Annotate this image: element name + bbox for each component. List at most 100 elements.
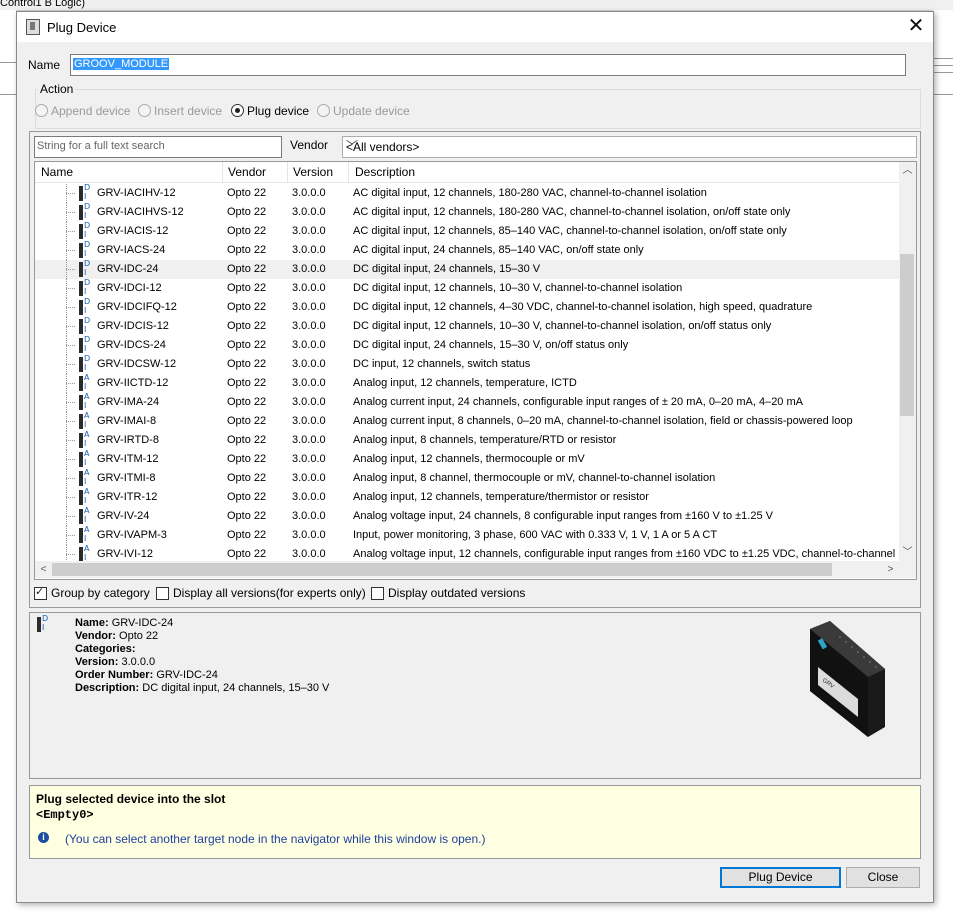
horizontal-scrollbar[interactable]: < > <box>35 561 916 578</box>
search-input[interactable]: String for a full text search <box>34 136 282 158</box>
detail-name-label: Name: <box>75 617 109 629</box>
radio-label: Plug device <box>247 104 310 118</box>
cell-vendor: Opto 22 <box>227 244 267 256</box>
table-row[interactable]: D I GRV-IDCIFQ-12 Opto 22 3.0.0.0 DC digital … <box>35 298 899 317</box>
column-header-name[interactable]: Name <box>41 165 73 179</box>
vendor-select[interactable]: <All vendors> ﹀ <box>342 136 917 158</box>
cell-description: DC digital input, 24 channels, 15–30 V <box>353 263 541 275</box>
cell-version: 3.0.0.0 <box>292 510 326 522</box>
table-row[interactable]: D I GRV-IDCIS-12 Opto 22 3.0.0.0 DC digital i… <box>35 317 899 336</box>
cell-vendor: Opto 22 <box>227 491 267 503</box>
cell-vendor: Opto 22 <box>227 453 267 465</box>
checkbox-label: Display outdated versions <box>388 586 526 600</box>
table-row[interactable]: A I GRV-ITMI-8 Opto 22 3.0.0.0 Analog input, … <box>35 469 899 488</box>
scroll-down-icon[interactable]: ﹀ <box>899 544 916 561</box>
cell-description: Analog current input, 8 channels, 0–20 m… <box>353 415 853 427</box>
scroll-thumb[interactable] <box>900 254 914 416</box>
scroll-right-icon[interactable]: > <box>882 561 899 578</box>
detail-vendor: Opto 22 <box>119 630 159 642</box>
detail-vendor-label: Vendor: <box>75 630 116 642</box>
cell-version: 3.0.0.0 <box>292 282 326 294</box>
radio-indicator <box>138 104 151 117</box>
cell-description: Analog input, 12 channels, temperature, … <box>353 377 577 389</box>
scroll-up-icon[interactable]: ︿ <box>899 162 916 179</box>
background-left-edge <box>0 10 16 915</box>
tree-connector <box>63 260 77 279</box>
analog-device-icon: AI <box>79 545 90 561</box>
table-row[interactable]: A I GRV-IRTD-8 Opto 22 3.0.0.0 Analog input, … <box>35 431 899 450</box>
close-icon[interactable]: ✕ <box>905 16 927 38</box>
table-row[interactable]: A I GRV-ITM-12 Opto 22 3.0.0.0 Analog input, … <box>35 450 899 469</box>
digital-device-icon: DI <box>79 355 90 372</box>
analog-device-icon: AI <box>79 412 90 429</box>
cell-version: 3.0.0.0 <box>292 301 326 313</box>
cell-vendor: Opto 22 <box>227 434 267 446</box>
table-row[interactable]: A I GRV-IV-24 Opto 22 3.0.0.0 Analog voltage … <box>35 507 899 526</box>
cell-description: DC digital input, 12 channels, 10–30 V, … <box>353 320 772 332</box>
detail-version: 3.0.0.0 <box>121 656 156 668</box>
table-row[interactable]: D I GRV-IACS-24 Opto 22 3.0.0.0 AC digital in… <box>35 241 899 260</box>
title-bar[interactable]: Plug Device ✕ <box>17 12 933 42</box>
cell-name: GRV-IDCSW-12 <box>97 358 177 370</box>
table-row[interactable]: A I GRV-ITR-12 Opto 22 3.0.0.0 Analog input, … <box>35 488 899 507</box>
table-row[interactable]: A I GRV-IVI-12 Opto 22 3.0.0.0 Analog voltage… <box>35 545 899 561</box>
tree-connector <box>63 241 77 260</box>
horizontal-scroll-thumb[interactable] <box>52 563 832 576</box>
column-header-version[interactable]: Version <box>293 165 333 179</box>
table-row[interactable]: D I GRV-IDCSW-12 Opto 22 3.0.0.0 DC input, 12… <box>35 355 899 374</box>
tree-connector <box>63 412 77 431</box>
cell-name: GRV-IDCI-12 <box>97 282 162 294</box>
hint-slot: <Empty0> <box>36 808 94 822</box>
cell-vendor: Opto 22 <box>227 320 267 332</box>
background-right-edge <box>933 10 953 915</box>
plug-device-button[interactable]: Plug Device <box>720 867 841 888</box>
radio-indicator <box>317 104 330 117</box>
search-placeholder: String for a full text search <box>37 140 165 152</box>
plug-device-dialog: Plug Device ✕ Name GROOV_MODULE Action A… <box>16 11 934 903</box>
name-input-value: GROOV_MODULE <box>73 58 170 70</box>
device-info-panel: DI Name: GRV-IDC-24 Vendor: Opto 22 Cate… <box>29 612 921 779</box>
cell-vendor: Opto 22 <box>227 263 267 275</box>
radio-label: Update device <box>333 104 410 118</box>
device-image: GRV <box>810 621 885 737</box>
table-row[interactable]: D I GRV-IACIHV-12 Opto 22 3.0.0.0 AC digital … <box>35 184 899 203</box>
close-button[interactable]: Close <box>846 867 920 888</box>
column-header-description[interactable]: Description <box>355 165 415 179</box>
table-row[interactable]: D I GRV-IDC-24 Opto 22 3.0.0.0 DC digital inp… <box>35 260 899 279</box>
cell-vendor: Opto 22 <box>227 415 267 427</box>
analog-device-icon: AI <box>79 469 90 486</box>
name-input[interactable]: GROOV_MODULE <box>70 54 906 76</box>
cell-version: 3.0.0.0 <box>292 491 326 503</box>
tree-connector <box>63 355 77 374</box>
cell-vendor: Opto 22 <box>227 377 267 389</box>
cell-description: Analog input, 8 channel, thermocouple or… <box>353 472 716 484</box>
table-row[interactable]: D I GRV-IDCI-12 Opto 22 3.0.0.0 DC digital in… <box>35 279 899 298</box>
tree-connector <box>63 545 77 561</box>
vendor-label: Vendor <box>290 138 329 152</box>
table-row[interactable]: D I GRV-IACIHVS-12 Opto 22 3.0.0.0 AC digital… <box>35 203 899 222</box>
scroll-left-icon[interactable]: < <box>35 561 52 578</box>
cell-name: GRV-IDCS-24 <box>97 339 166 351</box>
table-row[interactable]: D I GRV-IACIS-12 Opto 22 3.0.0.0 AC digital i… <box>35 222 899 241</box>
tree-connector <box>63 431 77 450</box>
vertical-scrollbar[interactable]: ︿ ﹀ <box>899 162 916 561</box>
cell-vendor: Opto 22 <box>227 529 267 541</box>
digital-device-icon: DI <box>37 615 51 633</box>
cell-version: 3.0.0.0 <box>292 358 326 370</box>
cell-name: GRV-IVI-12 <box>97 548 154 560</box>
analog-device-icon: AI <box>79 526 90 543</box>
cell-description: DC digital input, 12 channels, 4–30 VDC,… <box>353 301 813 313</box>
table-row[interactable]: A I GRV-IMAI-8 Opto 22 3.0.0.0 Analog current… <box>35 412 899 431</box>
tree-connector <box>63 184 77 203</box>
table-row[interactable]: D I GRV-IDCS-24 Opto 22 3.0.0.0 DC digital in… <box>35 336 899 355</box>
info-icon: i <box>38 832 49 843</box>
column-header-vendor[interactable]: Vendor <box>228 165 266 179</box>
cell-version: 3.0.0.0 <box>292 339 326 351</box>
name-label: Name <box>28 58 61 72</box>
analog-device-icon: AI <box>79 450 90 467</box>
tree-connector <box>63 393 77 412</box>
table-row[interactable]: A I GRV-IICTD-12 Opto 22 3.0.0.0 Analog input… <box>35 374 899 393</box>
digital-device-icon: DI <box>79 260 90 277</box>
table-row[interactable]: A I GRV-IMA-24 Opto 22 3.0.0.0 Analog current… <box>35 393 899 412</box>
table-row[interactable]: A I GRV-IVAPM-3 Opto 22 3.0.0.0 Input, power … <box>35 526 899 545</box>
